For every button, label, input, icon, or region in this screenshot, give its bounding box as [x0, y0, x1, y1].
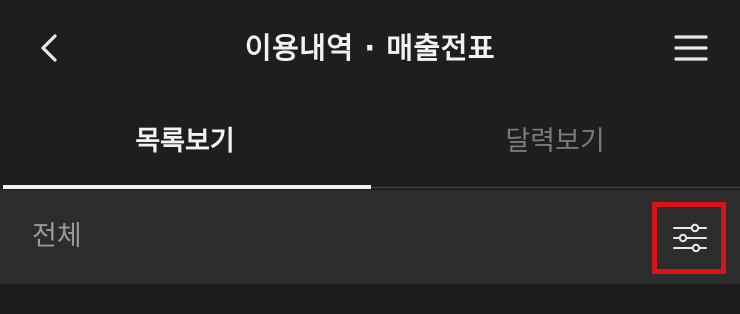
chevron-left-icon [30, 28, 70, 68]
active-tab-indicator [3, 185, 371, 189]
menu-button[interactable] [668, 28, 712, 68]
tab-calendar-view[interactable]: 달력보기 [370, 96, 740, 186]
transaction-list-area [0, 284, 740, 314]
back-button[interactable] [30, 28, 70, 68]
top-header: 이용내역 · 매출전표 [0, 0, 740, 96]
view-tabs: 목록보기 달력보기 [0, 96, 740, 190]
filter-label: 전체 [32, 221, 82, 252]
filter-button[interactable] [652, 202, 726, 274]
page-title: 이용내역 · 매출전표 [244, 31, 496, 65]
tabs-divider [371, 187, 740, 188]
app-screen: 이용내역 · 매출전표 목록보기 달력보기 전체 [0, 0, 740, 314]
filter-bar: 전체 [0, 190, 740, 284]
tab-list-view[interactable]: 목록보기 [0, 96, 370, 186]
hamburger-menu-icon [668, 28, 712, 68]
